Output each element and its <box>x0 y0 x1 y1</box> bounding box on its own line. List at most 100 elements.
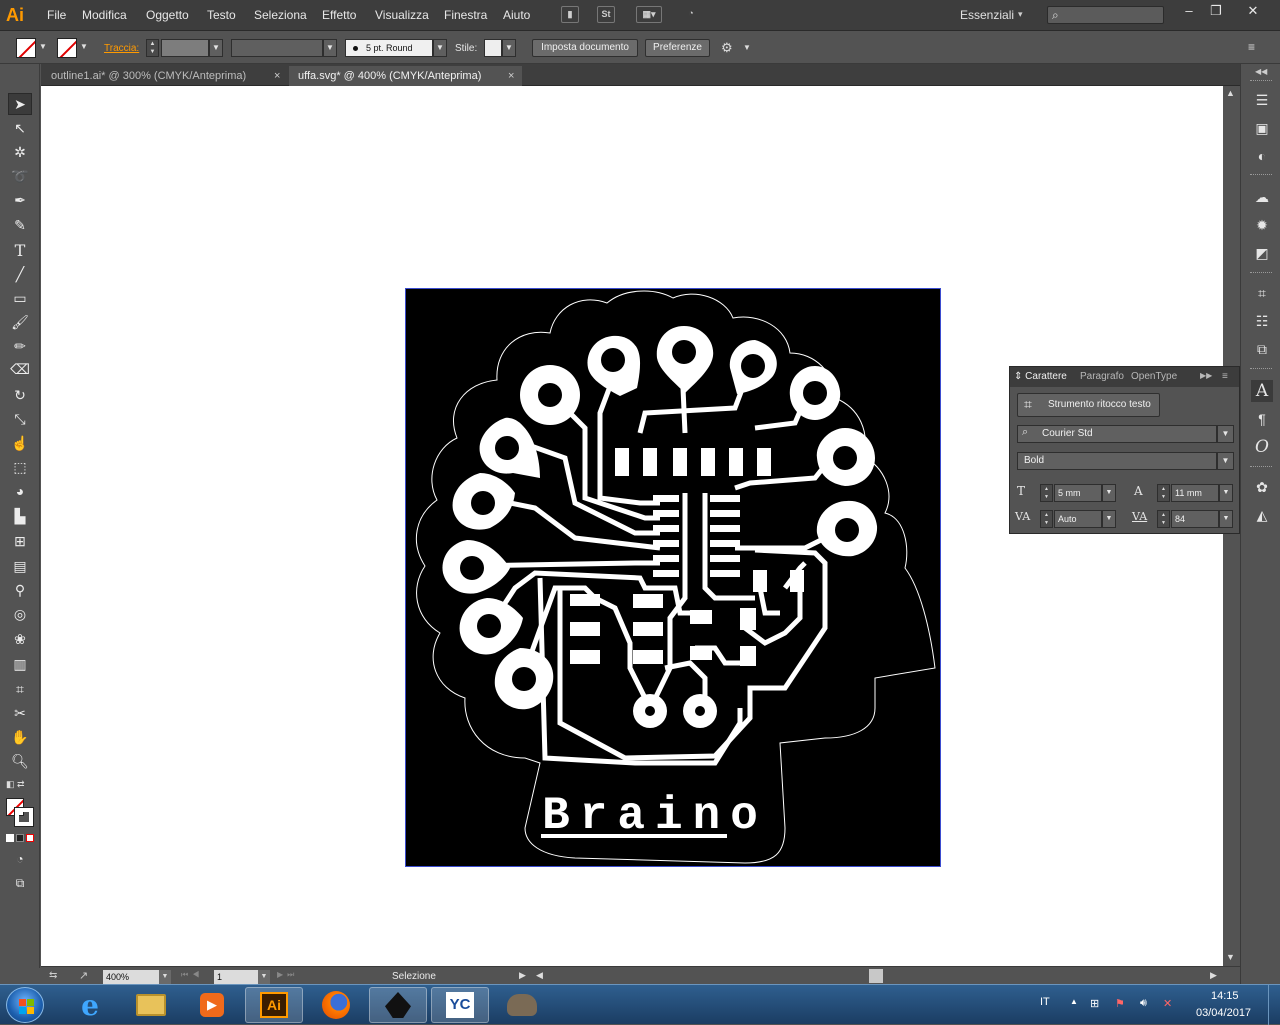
chevron-down-icon[interactable]: ▼ <box>80 42 88 51</box>
paintbrush-tool-icon[interactable]: 🖌 <box>8 311 32 333</box>
appearance-panel-icon[interactable]: ✿ <box>1251 476 1273 498</box>
variable-width-profile[interactable] <box>231 39 323 57</box>
leading-field[interactable]: 11 mm <box>1171 484 1219 502</box>
stock-icon[interactable]: St <box>597 6 615 23</box>
zoom-tool-icon[interactable]: 🔍︎ <box>8 750 32 772</box>
close-icon[interactable]: × <box>274 66 280 86</box>
artboard-nav-icon[interactable]: ⇆ <box>49 970 57 981</box>
chevron-down-icon[interactable]: ▼ <box>258 970 270 984</box>
scale-tool-icon[interactable]: ⤡ <box>8 408 32 430</box>
connection-status-icon[interactable]: ✕ <box>1163 997 1172 1010</box>
chevron-down-icon[interactable]: ▼ <box>1219 510 1233 528</box>
control-bar-menu-icon[interactable]: ≡ <box>1248 40 1255 54</box>
expand-panels-icon[interactable]: ◀◀ <box>1255 67 1267 76</box>
close-window-button[interactable]: ✕ <box>1238 1 1268 21</box>
inkscape-icon[interactable] <box>369 987 427 1023</box>
gpu-performance-icon[interactable]: ◔ <box>680 6 702 23</box>
show-desktop-button[interactable] <box>1268 985 1280 1025</box>
tracking-stepper[interactable]: ▲ ▼ <box>1157 510 1170 528</box>
color-mode-buttons[interactable] <box>6 834 34 842</box>
minimize-button[interactable]: – <box>1175 1 1203 21</box>
scroll-right-icon[interactable]: ▶ <box>1210 970 1217 981</box>
opentype-panel-icon[interactable]: O <box>1251 436 1273 458</box>
chevron-down-icon[interactable]: ▼ <box>1217 425 1234 443</box>
braino-artwork[interactable]: Braino <box>405 288 941 867</box>
stroke-color-swatch[interactable] <box>14 807 34 827</box>
menu-edit[interactable]: Modifica <box>82 8 127 22</box>
character-panel-icon[interactable]: A <box>1251 380 1273 402</box>
internet-explorer-icon[interactable]: e <box>61 987 119 1023</box>
chevron-down-icon[interactable]: ▼ <box>323 39 337 57</box>
start-button[interactable] <box>6 987 44 1023</box>
chevron-down-icon[interactable]: ▼ <box>159 970 171 984</box>
line-tool-icon[interactable]: ╱ <box>8 263 32 285</box>
stroke-weight-field[interactable] <box>161 39 209 57</box>
collapse-panel-icon[interactable]: ▶▶ <box>1200 371 1212 380</box>
yc-app-icon[interactable]: YC <box>431 987 489 1023</box>
menu-type[interactable]: Testo <box>207 8 236 22</box>
eyedropper-tool-icon[interactable]: ⚲ <box>8 579 32 601</box>
default-colors-icon[interactable]: ◧ ⇄ <box>6 779 25 790</box>
bridge-icon[interactable]: ▮ <box>561 6 579 23</box>
tab-paragraph[interactable]: Paragrafo <box>1080 371 1124 382</box>
menu-help[interactable]: Aiuto <box>503 8 530 22</box>
transform-panel-icon[interactable]: ⌗ <box>1251 282 1273 304</box>
pen-tool-icon[interactable]: ✒ <box>8 189 32 211</box>
artboard-tool-icon[interactable]: ⌗ <box>8 678 32 700</box>
chevron-down-icon[interactable]: ▼ <box>743 43 751 52</box>
brushes-panel-icon[interactable]: ☁ <box>1251 186 1273 208</box>
chevron-down-icon[interactable]: ▼ <box>1219 484 1233 502</box>
help-search-input[interactable]: ⌕ <box>1047 6 1164 24</box>
chevron-down-icon[interactable]: ▼ <box>1102 484 1116 502</box>
mesh-tool-icon[interactable]: ⊞ <box>8 530 32 552</box>
isolate-object-icon[interactable]: ⚙ <box>721 40 733 56</box>
chevron-down-icon[interactable]: ▼ <box>1217 452 1234 470</box>
zoom-field[interactable]: 400% <box>103 970 159 984</box>
arrange-documents-icon[interactable]: ▦▾ <box>636 6 662 23</box>
graphic-style-swatch[interactable] <box>484 39 502 57</box>
fill-swatch[interactable] <box>16 38 36 58</box>
clock-date[interactable]: 03/04/2017 <box>1196 1007 1251 1019</box>
brush-definition[interactable]: 5 pt. Round <box>345 39 433 57</box>
touch-type-tool-button[interactable]: Strumento ritocco testo <box>1017 393 1160 417</box>
close-icon[interactable]: × <box>508 66 514 86</box>
shape-builder-tool-icon[interactable]: ◕ <box>8 480 32 502</box>
paragraph-panel-icon[interactable]: ¶ <box>1251 408 1273 430</box>
pathfinder-panel-icon[interactable]: ⧉ <box>1251 338 1273 360</box>
menu-view[interactable]: Visualizza <box>375 8 429 22</box>
menu-window[interactable]: Finestra <box>444 8 487 22</box>
font-size-stepper[interactable]: ▲ ▼ <box>1040 484 1053 502</box>
column-graph-tool-icon[interactable]: ▥ <box>8 653 32 675</box>
font-style-field[interactable]: Bold <box>1017 452 1217 470</box>
curvature-tool-icon[interactable]: ✎ <box>8 214 32 236</box>
restore-button[interactable]: ❐ <box>1202 1 1230 21</box>
symbol-sprayer-tool-icon[interactable]: ❀ <box>8 628 32 650</box>
align-panel-icon[interactable]: ☷ <box>1251 310 1273 332</box>
color-panel-icon[interactable]: ☰ <box>1251 89 1273 111</box>
clock-time[interactable]: 14:15 <box>1211 990 1239 1002</box>
tab-uffa[interactable]: uffa.svg* @ 400% (CMYK/Anteprima) × <box>289 66 522 86</box>
kerning-stepper[interactable]: ▲ ▼ <box>1040 510 1053 528</box>
eraser-tool-icon[interactable]: ⌫ <box>8 358 32 380</box>
kerning-field[interactable]: Auto <box>1054 510 1102 528</box>
type-tool-icon[interactable]: T <box>8 239 32 261</box>
layers-panel-icon[interactable]: ◭ <box>1251 504 1273 526</box>
gradient-panel-icon[interactable]: ▣ <box>1251 117 1273 139</box>
font-family-field[interactable]: Courier Std <box>1017 425 1217 443</box>
stroke-weight-stepper[interactable]: ▲ ▼ <box>146 39 159 57</box>
media-player-icon[interactable]: ▶ <box>183 987 241 1023</box>
tab-opentype[interactable]: OpenType <box>1131 371 1177 382</box>
leading-stepper[interactable]: ▲ ▼ <box>1157 484 1170 502</box>
status-menu-icon[interactable]: ▶ <box>519 970 526 981</box>
chevron-down-icon[interactable]: ▼ <box>209 39 223 57</box>
hand-tool-icon[interactable]: ✋ <box>8 726 32 748</box>
illustrator-taskbar-icon[interactable]: Ai <box>245 987 303 1023</box>
menu-select[interactable]: Seleziona <box>254 8 307 22</box>
tab-outline1[interactable]: outline1.ai* @ 300% (CMYK/Anteprima) × <box>42 66 287 86</box>
tracking-field[interactable]: 84 <box>1171 510 1219 528</box>
gradient-tool-icon[interactable]: ▤ <box>8 555 32 577</box>
symbols-panel-icon[interactable]: ✹ <box>1251 214 1273 236</box>
share-icon[interactable]: ↗ <box>79 969 88 982</box>
blend-tool-icon[interactable]: ◎ <box>8 603 32 625</box>
file-explorer-icon[interactable] <box>122 987 180 1023</box>
